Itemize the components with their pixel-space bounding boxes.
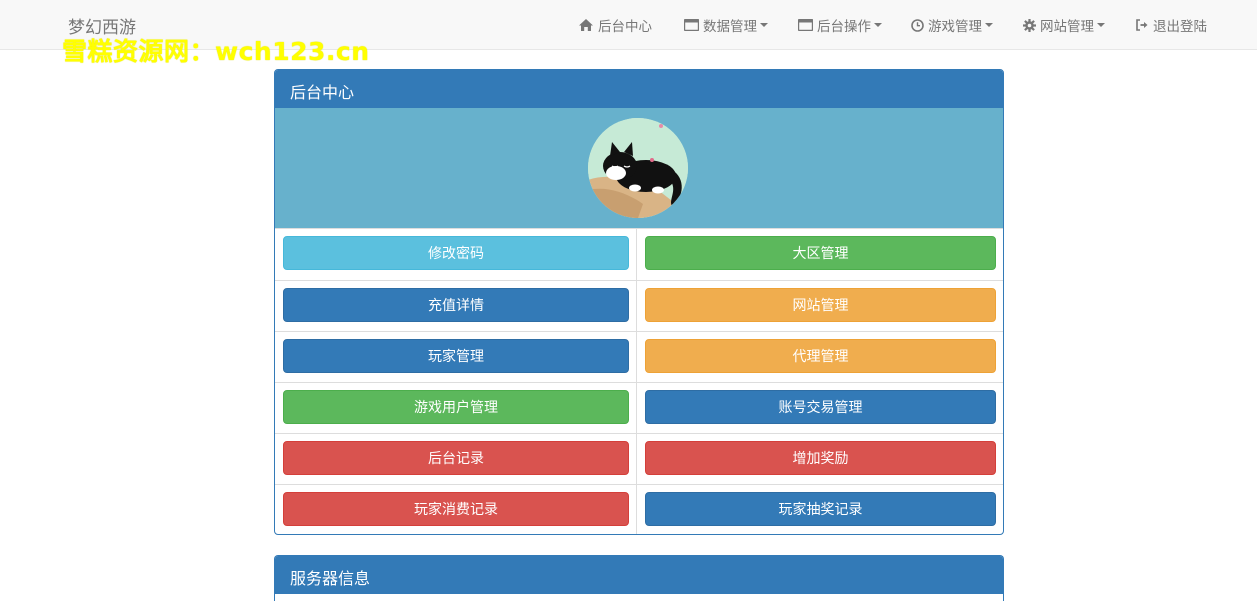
change-password-button[interactable]: 修改密码 xyxy=(283,236,629,270)
nav-item-data-management[interactable]: 数据管理 xyxy=(684,0,768,50)
gear-icon xyxy=(1023,18,1036,32)
grid-cell: 增加奖励 xyxy=(637,433,1003,484)
nav-item-backend-ops[interactable]: 后台操作 xyxy=(798,0,882,50)
add-reward-button[interactable]: 增加奖励 xyxy=(645,441,996,475)
nav-item-label: 游戏管理 xyxy=(928,19,982,35)
profile-banner xyxy=(275,108,1003,229)
panel-title: 后台中心 xyxy=(275,70,1003,108)
grid-cell: 玩家抽奖记录 xyxy=(637,484,1003,534)
window-icon xyxy=(798,19,813,31)
player-spending-log-button[interactable]: 玩家消费记录 xyxy=(283,492,629,526)
nav-item-label: 网站管理 xyxy=(1040,19,1094,35)
caret-down-icon xyxy=(985,23,993,27)
admin-log-button[interactable]: 后台记录 xyxy=(283,441,629,475)
grid-cell: 充值详情 xyxy=(275,280,637,331)
nav-item-site-management[interactable]: 网站管理 xyxy=(1023,0,1105,50)
caret-down-icon xyxy=(760,23,768,27)
clock-icon xyxy=(911,18,924,32)
grid-cell: 游戏用户管理 xyxy=(275,382,637,433)
nav-item-label: 退出登陆 xyxy=(1153,19,1207,35)
nav-item-dashboard[interactable]: 后台中心 xyxy=(578,0,652,50)
recharge-details-button[interactable]: 充值详情 xyxy=(283,288,629,322)
cat-avatar-image xyxy=(588,118,688,218)
nav-item-label: 后台操作 xyxy=(817,19,871,35)
logout-icon xyxy=(1135,19,1149,31)
agent-management-button[interactable]: 代理管理 xyxy=(645,339,996,373)
grid-cell: 代理管理 xyxy=(637,331,1003,382)
admin-center-panel: 后台中心 修改密码 大区管理 充值详情 网站管理 玩家管理 代理管理 游戏用户管… xyxy=(274,69,1004,535)
panel-title: 服务器信息 xyxy=(275,556,1003,594)
nav-item-logout[interactable]: 退出登陆 xyxy=(1135,0,1207,50)
caret-down-icon xyxy=(1097,23,1105,27)
grid-cell: 玩家消费记录 xyxy=(275,484,637,534)
nav-item-label: 后台中心 xyxy=(598,19,652,35)
grid-cell: 后台记录 xyxy=(275,433,637,484)
window-icon xyxy=(684,19,699,31)
server-info-panel: 服务器信息 xyxy=(274,555,1004,601)
region-management-button[interactable]: 大区管理 xyxy=(645,236,996,270)
grid-cell: 网站管理 xyxy=(637,280,1003,331)
nav-item-game-management[interactable]: 游戏管理 xyxy=(911,0,993,50)
nav-item-label: 数据管理 xyxy=(703,19,757,35)
avatar xyxy=(588,118,688,218)
site-management-button[interactable]: 网站管理 xyxy=(645,288,996,322)
game-user-management-button[interactable]: 游戏用户管理 xyxy=(283,390,629,424)
home-icon xyxy=(578,18,594,32)
account-trade-management-button[interactable]: 账号交易管理 xyxy=(645,390,996,424)
top-navbar: 梦幻西游 雪糕资源网：wch123.cn 后台中心 数据管理 后台操作 游戏管理… xyxy=(0,0,1257,66)
watermark-text: 雪糕资源网：wch123.cn xyxy=(62,37,370,66)
grid-cell: 玩家管理 xyxy=(275,331,637,382)
grid-cell: 修改密码 xyxy=(275,229,637,280)
admin-button-grid: 修改密码 大区管理 充值详情 网站管理 玩家管理 代理管理 游戏用户管理 账号交… xyxy=(275,229,1003,534)
caret-down-icon xyxy=(874,23,882,27)
grid-cell: 大区管理 xyxy=(637,229,1003,280)
grid-cell: 账号交易管理 xyxy=(637,382,1003,433)
player-lottery-log-button[interactable]: 玩家抽奖记录 xyxy=(645,492,996,526)
player-management-button[interactable]: 玩家管理 xyxy=(283,339,629,373)
